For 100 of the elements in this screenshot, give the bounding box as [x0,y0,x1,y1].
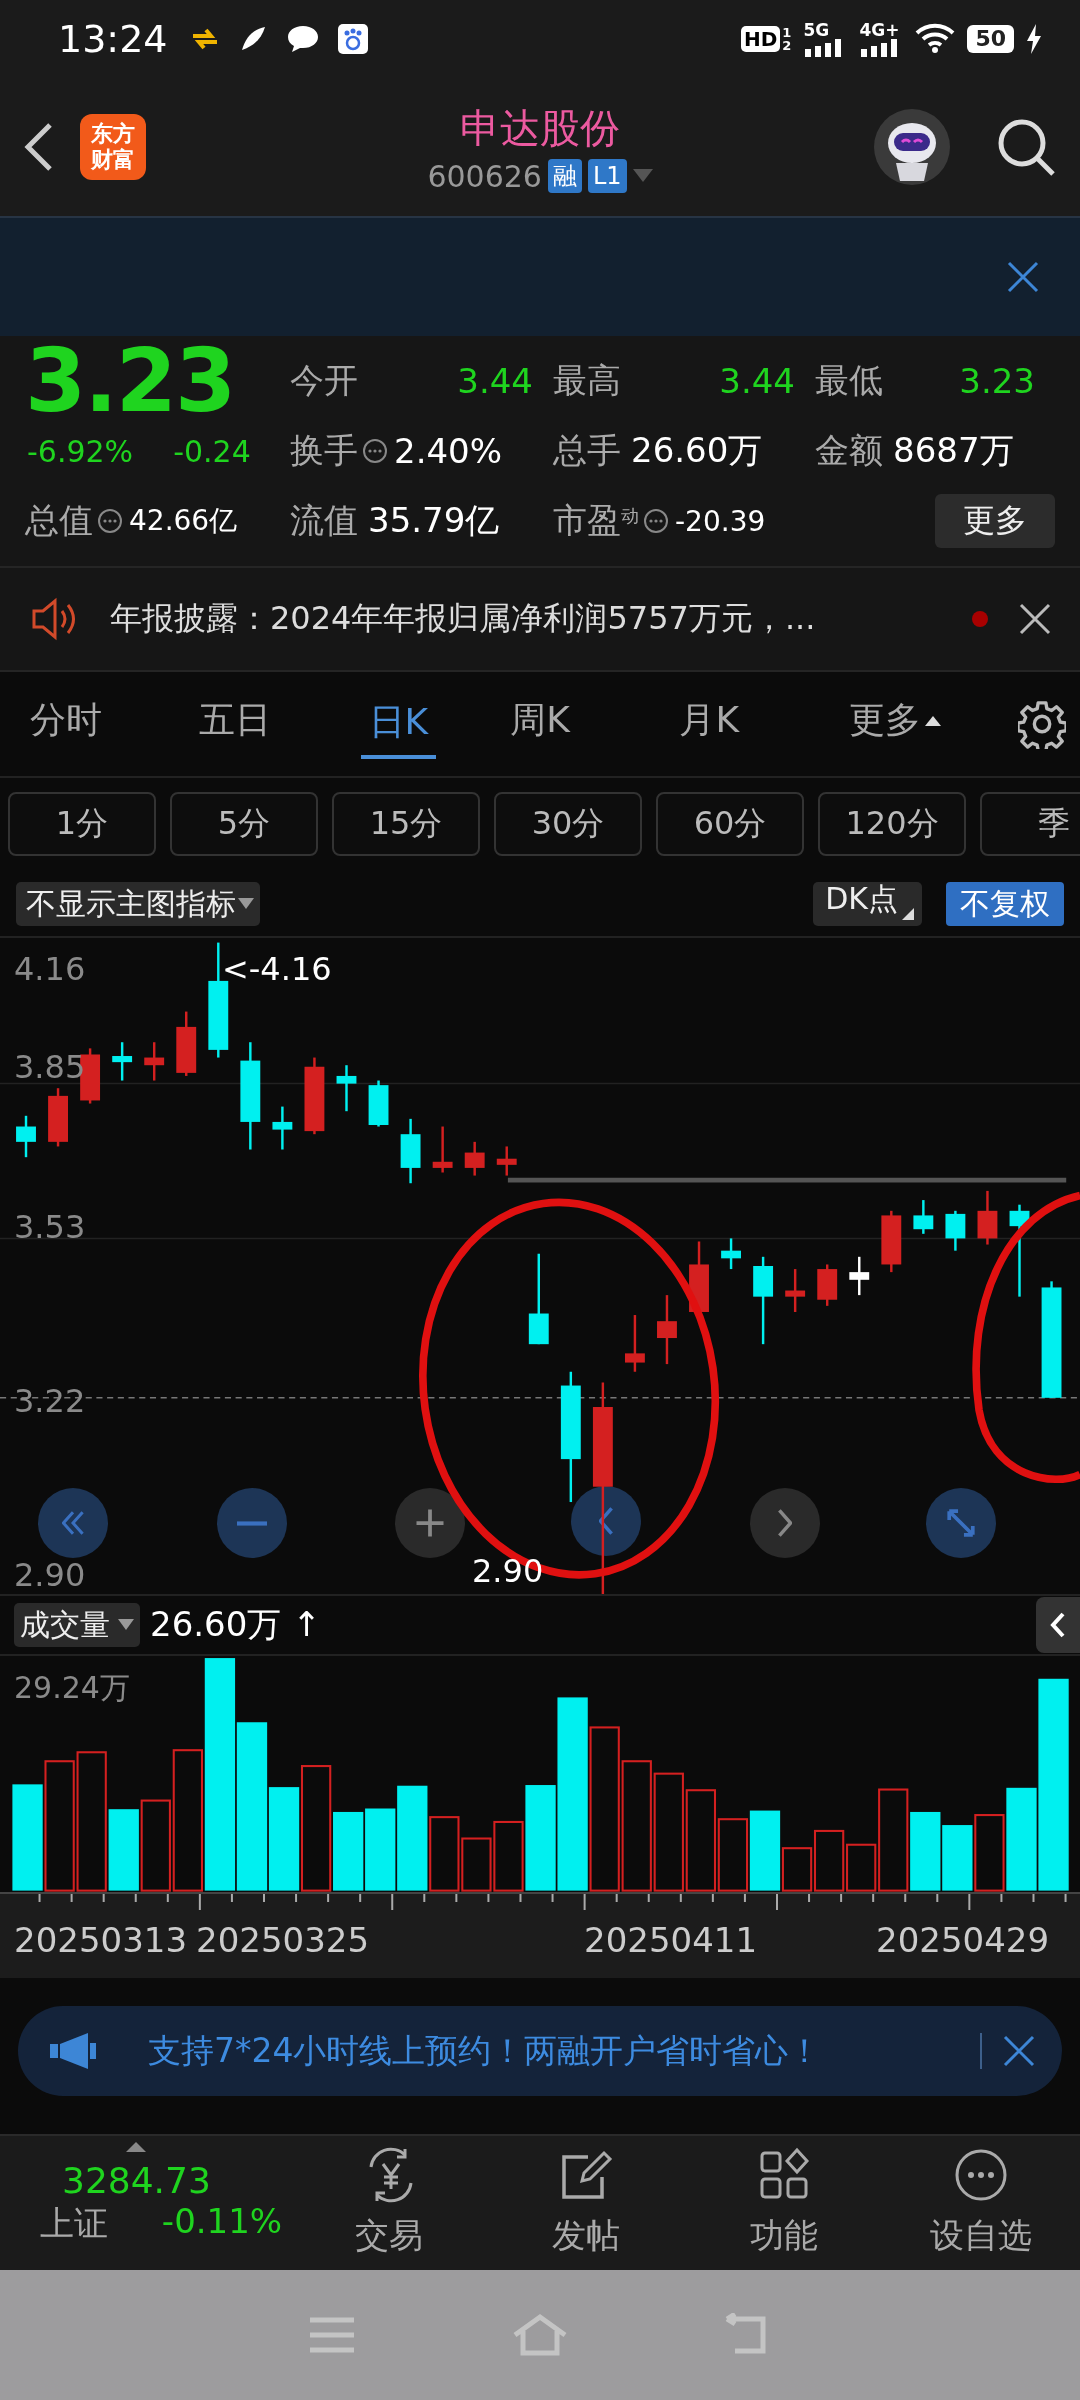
low-price-marker: 2.90 [472,1554,544,1588]
settings-icon[interactable] [1017,699,1066,749]
candle [432,1126,453,1173]
stat-label: 今开 [290,359,358,402]
candle [657,1295,677,1365]
sim-number: 2 [782,39,792,52]
high-price-marker: <-4.16 [222,952,332,986]
close-icon[interactable] [1018,602,1052,636]
candle [977,1190,998,1245]
robot-icon[interactable] [872,107,952,187]
index-value: 3284.73 [61,2159,212,2201]
volume-value: 26.60万 ↑ [150,1603,321,1646]
chart-tab[interactable]: 日K [360,689,437,759]
chart-tab[interactable]: 周K [510,689,680,759]
stat-label: 最高 [553,359,621,402]
candle [400,1118,421,1184]
stat-label: 换手 [290,429,358,472]
back-icon[interactable] [24,122,54,172]
price-axis-label: 3.53 [14,1210,86,1244]
stat-label: 总手 [553,429,621,472]
paw-icon [337,24,368,54]
stat-label: 最低 [815,359,883,402]
candle [689,1241,709,1312]
caret-down-icon [238,898,254,910]
close-icon[interactable] [1002,2034,1036,2068]
expand-icon [947,1509,975,1537]
index-name: 上证 [40,2201,109,2245]
network-label: 4G+ [859,21,900,39]
candle [48,1088,68,1147]
sim-number: 1 [782,26,792,39]
stock-code: 600626 [427,158,542,194]
adjust-toggle[interactable]: 不复权 [946,882,1064,926]
nav-item[interactable]: 设自选 [882,2146,1080,2260]
stat-label: 金额 [815,429,883,472]
close-icon[interactable] [1006,260,1040,294]
candle [16,1115,36,1158]
wifi-icon [915,23,956,55]
double-chevron-left-icon [62,1511,84,1535]
volume-indicator-dropdown[interactable]: 成交量 [14,1603,140,1647]
candle [721,1238,741,1270]
period-button[interactable]: 60分 [656,792,804,856]
date-label: 20250429 [876,1920,1050,1960]
last-price: 3.23 [25,346,236,416]
collapse-button[interactable] [1036,1597,1080,1653]
info-dots-icon[interactable] [643,508,669,534]
nav-item[interactable]: 交易 [290,2146,488,2260]
clock: 13:24 [58,17,168,61]
chevron-right-icon [778,1509,792,1537]
stat-label: 市盈 [553,499,621,542]
volume-bar [942,1825,973,1891]
stat-value: 3.44 [457,361,533,401]
stat-value: 8687万 [893,429,1014,472]
stat-value: 3.44 [719,361,795,401]
date-label: 20250313 [14,1920,188,1960]
period-button[interactable]: 120分 [818,792,966,856]
nav-item[interactable]: 功能 [685,2146,883,2260]
candle [849,1256,870,1296]
price-axis-label: 3.22 [14,1384,86,1418]
chevron-left-icon [599,1507,613,1535]
candle [913,1200,934,1234]
indicator-dropdown[interactable]: 不显示主图指标 [16,882,260,926]
chart-tab[interactable]: 月K [679,689,849,759]
chat-bubble-icon [285,24,320,54]
candle [144,1042,165,1081]
volume-bar [461,1837,492,1892]
candle [817,1264,838,1306]
chart-tab[interactable]: 更多 [848,689,1018,759]
period-button[interactable]: 5分 [170,792,318,856]
corner-triangle-icon [902,908,914,920]
period-button[interactable]: 1分 [8,792,156,856]
period-button[interactable]: 季 [980,792,1080,856]
notice-text[interactable]: 年报披露：2024年年报归属净利润5757万元，... [110,597,942,641]
candle [272,1106,293,1150]
dk-dropdown[interactable]: DK点 [813,882,922,926]
chevron-left-button[interactable] [571,1486,641,1556]
price-axis-label: 4.16 [14,952,86,986]
caret-down-icon[interactable] [632,169,653,183]
stock-title: 申达股份 [460,103,620,153]
ad-banner[interactable]: 支持7*24小时线上预约！两融开户省时省心！ [18,2006,1062,2096]
period-button[interactable]: 15分 [332,792,480,856]
volume-max-label: 29.24万 [14,1669,130,1707]
candle [945,1210,966,1251]
candle [176,1011,197,1076]
info-dots-icon[interactable] [362,438,388,464]
candle [625,1315,645,1372]
megaphone-icon [48,2031,98,2071]
nav-item[interactable]: 发帖 [487,2146,685,2260]
candle [496,1146,517,1176]
stat-value: 42.66亿 [129,503,238,539]
info-dots-icon[interactable] [97,508,123,534]
stat-value: 3.23 [959,361,1035,401]
index-quote[interactable]: 3284.73 上证 -0.11% [0,2159,290,2247]
search-icon[interactable] [996,117,1056,177]
price-axis-label: 2.90 [14,1558,86,1592]
stat-value: -20.39 [675,504,766,538]
more-button[interactable]: 更多 [935,494,1055,548]
plus-icon [415,1508,445,1538]
market-badge: 融 [547,159,582,193]
period-button[interactable]: 30分 [494,792,642,856]
chart-tab[interactable]: 分时 [30,689,200,759]
